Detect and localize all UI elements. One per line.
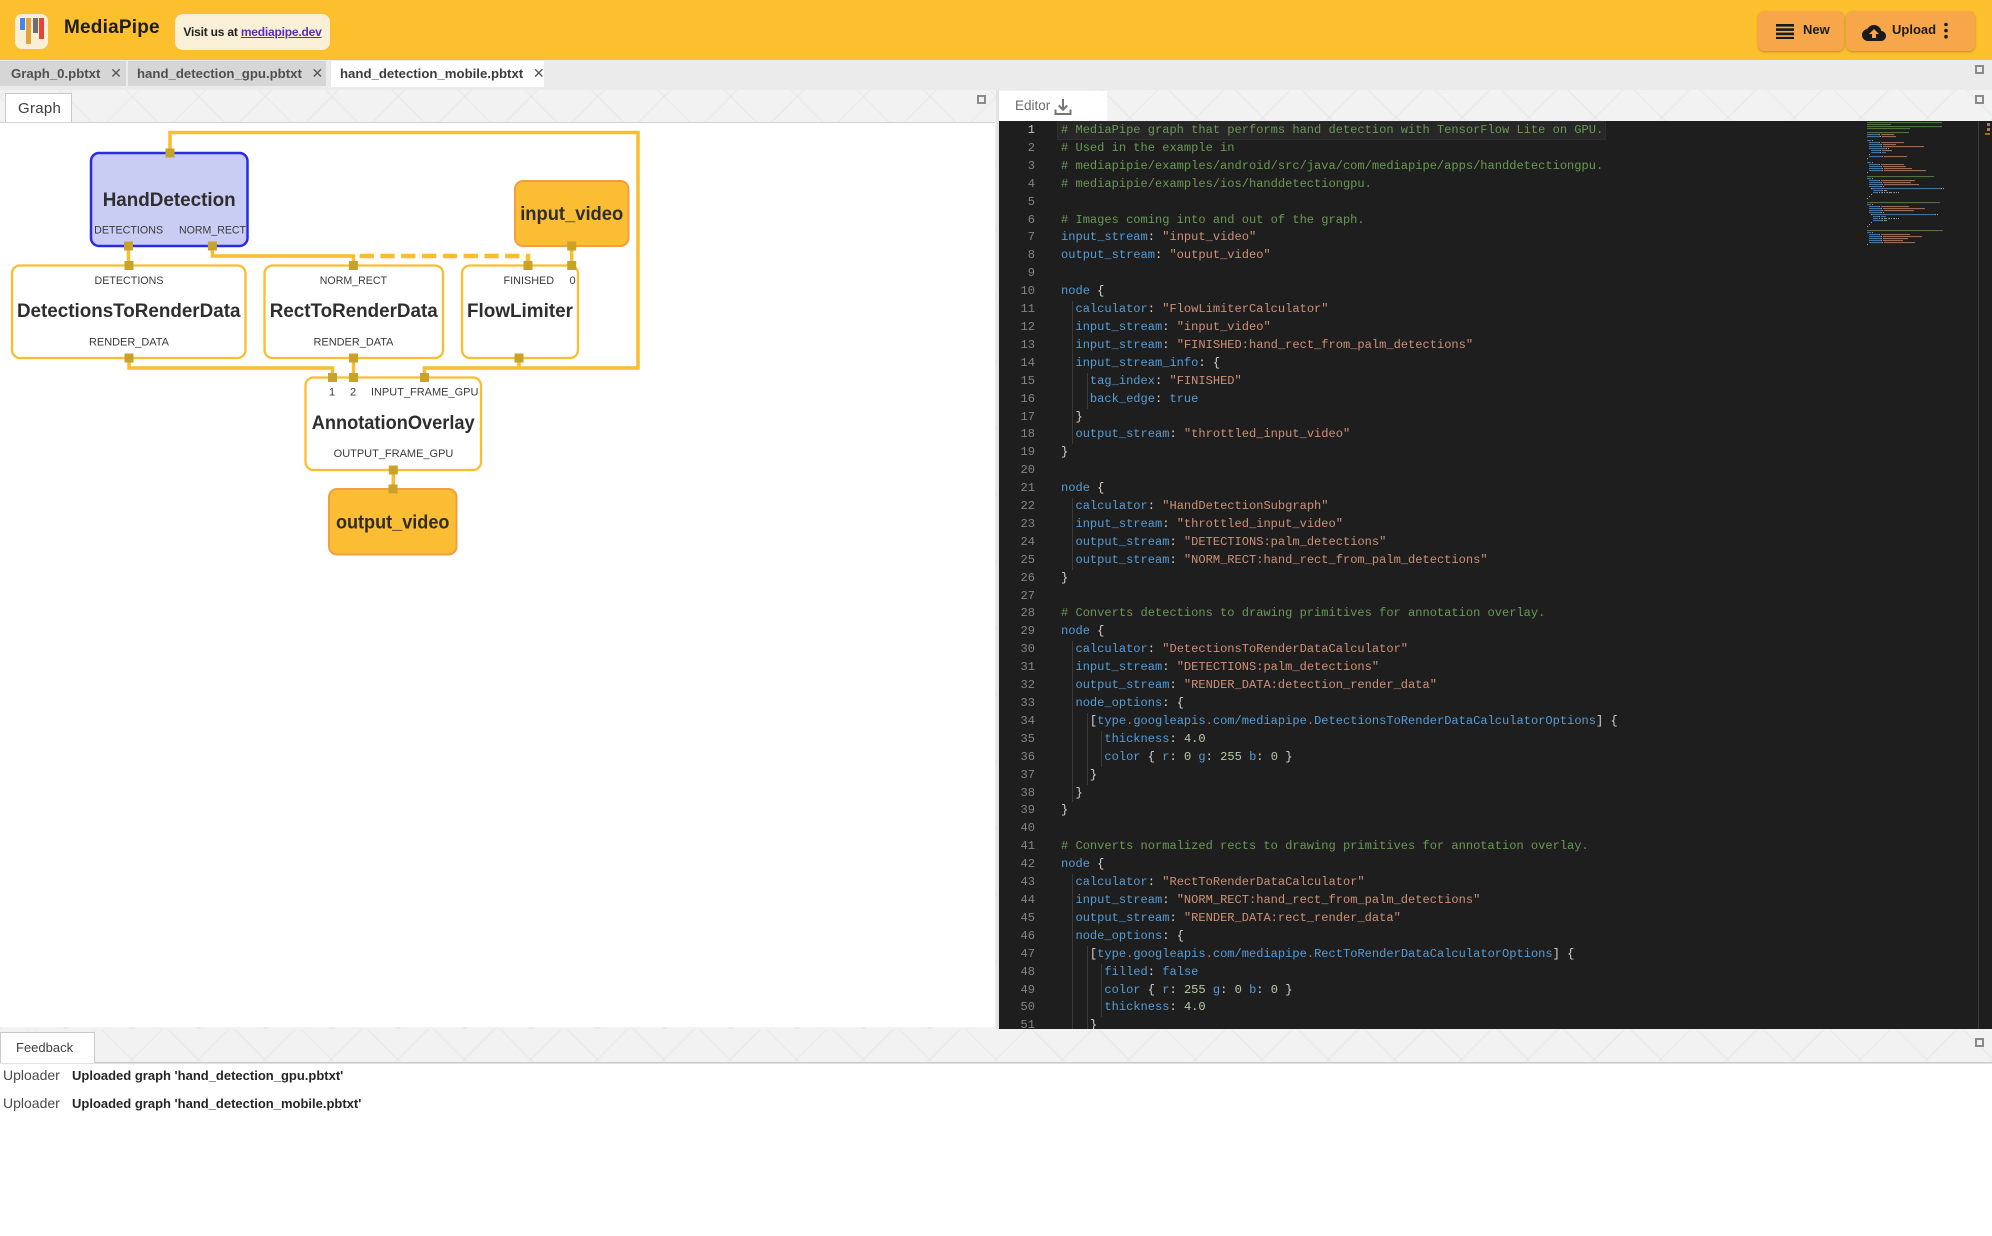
svg-text:output_video: output_video <box>336 512 450 534</box>
svg-text:RENDER_DATA: RENDER_DATA <box>89 337 170 349</box>
svg-text:0: 0 <box>569 275 575 287</box>
svg-text:DETECTIONS: DETECTIONS <box>95 275 164 287</box>
svg-text:HandDetection: HandDetection <box>103 189 236 211</box>
svg-text:2: 2 <box>350 387 356 399</box>
svg-text:INPUT_FRAME_GPU: INPUT_FRAME_GPU <box>371 387 479 399</box>
svg-text:DETECTIONS: DETECTIONS <box>94 225 163 237</box>
svg-text:FINISHED: FINISHED <box>504 275 555 287</box>
svg-text:RENDER_DATA: RENDER_DATA <box>314 337 395 349</box>
svg-text:DetectionsToRenderData: DetectionsToRenderData <box>17 300 241 322</box>
svg-text:AnnotationOverlay: AnnotationOverlay <box>312 412 475 434</box>
svg-text:RectToRenderData: RectToRenderData <box>270 300 438 322</box>
svg-text:FlowLimiter: FlowLimiter <box>467 300 573 322</box>
svg-text:1: 1 <box>329 387 335 399</box>
svg-text:NORM_RECT: NORM_RECT <box>320 275 388 287</box>
svg-text:OUTPUT_FRAME_GPU: OUTPUT_FRAME_GPU <box>334 448 454 460</box>
svg-text:NORM_RECT: NORM_RECT <box>179 225 246 237</box>
svg-text:input_video: input_video <box>520 203 623 225</box>
